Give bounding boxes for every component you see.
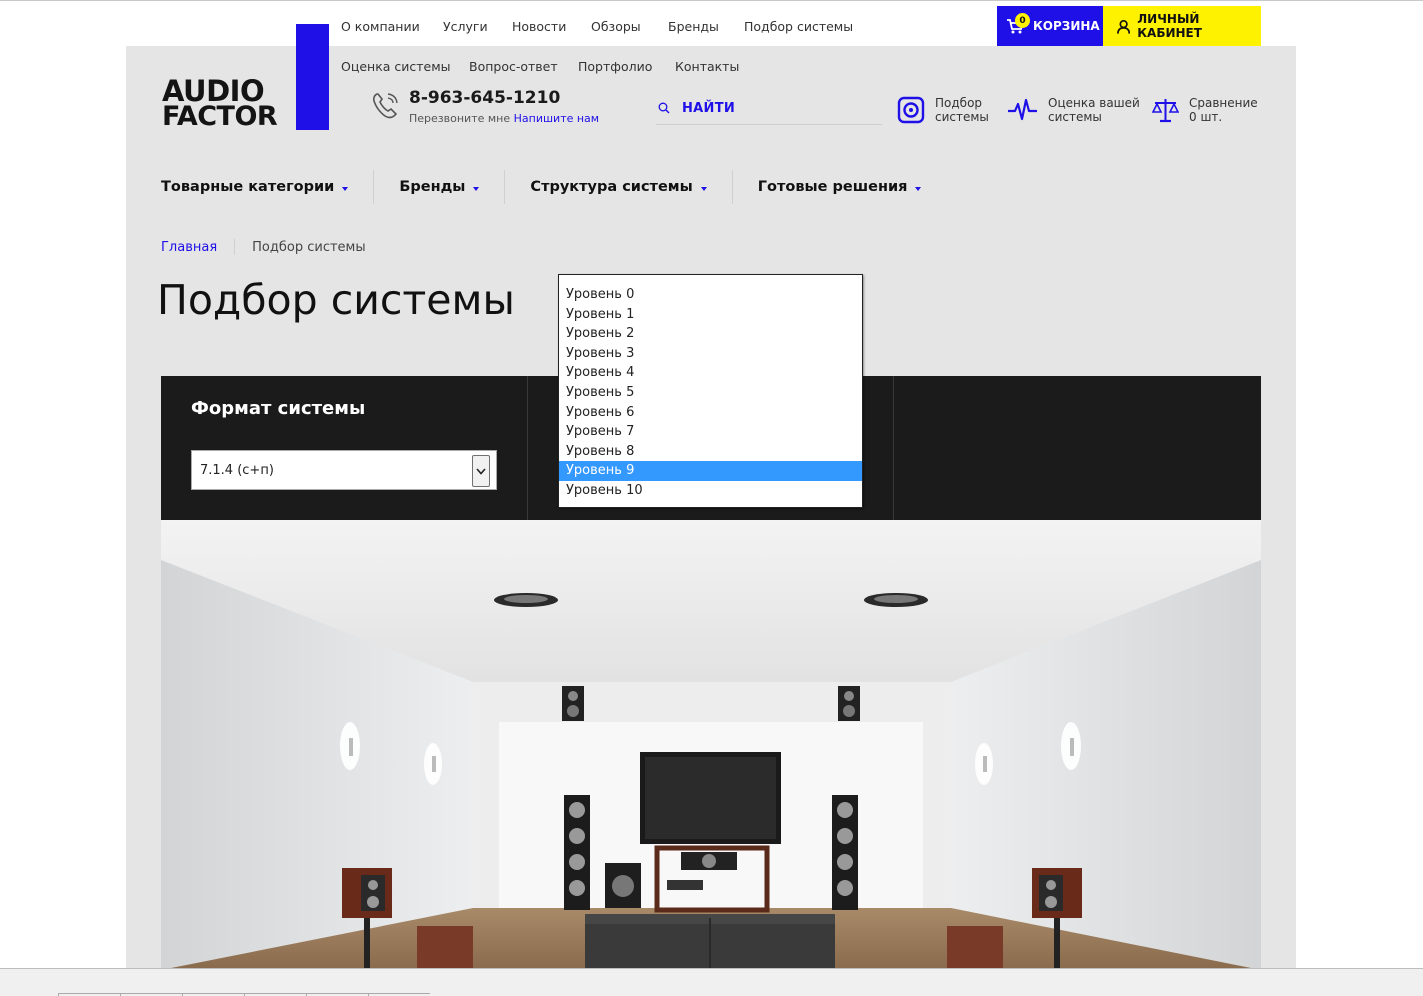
quick-link-comparison[interactable]: Сравнение 0 шт.: [1152, 96, 1258, 124]
account-button[interactable]: ЛИЧНЫЙ КАБИНЕТ: [1103, 6, 1261, 46]
catnav-divider: [504, 170, 506, 204]
catnav-label: Готовые решения: [757, 179, 908, 195]
chevron-down-icon: [700, 186, 707, 191]
catnav-label: Товарные категории: [161, 179, 335, 195]
phone-icon: [373, 93, 398, 119]
chevron-down-icon: [342, 186, 349, 191]
topnav-link-system-selection[interactable]: Подбор системы: [744, 19, 853, 34]
level-option[interactable]: Уровень 4: [559, 363, 862, 383]
catnav-brands[interactable]: Бренды: [399, 170, 480, 204]
quick-link-system-selection[interactable]: Подбор системы: [897, 96, 989, 124]
window-bottom-bar: [0, 968, 1423, 996]
topnav-link-faq[interactable]: Вопрос-ответ: [469, 59, 558, 74]
scales-icon: [1152, 99, 1179, 123]
level-option[interactable]: Уровень 10: [559, 481, 862, 501]
catnav-divider: [373, 170, 375, 204]
logo-line-2: FACTOR: [162, 101, 278, 132]
chevron-down-icon: [473, 186, 480, 191]
search-bar[interactable]: НАЙТИ: [656, 92, 882, 125]
catnav-ready-solutions[interactable]: Готовые решения: [758, 170, 922, 204]
user-icon: [1117, 19, 1131, 34]
level-option[interactable]: Уровень 3: [559, 344, 862, 364]
category-nav: Товарные категории Бренды Структура сист…: [161, 170, 922, 204]
quick-link-line-2: системы: [935, 110, 989, 124]
level-option[interactable]: Уровень 0: [559, 285, 862, 305]
quick-link-line-1: Сравнение: [1189, 96, 1258, 110]
topnav-link-about[interactable]: О компании: [341, 19, 420, 34]
breadcrumb-divider: [234, 239, 236, 255]
catnav-product-categories[interactable]: Товарные категории: [161, 170, 349, 204]
quick-link-line-1: Подбор: [935, 96, 983, 110]
catnav-system-structure[interactable]: Структура системы: [530, 170, 707, 204]
topnav-link-system-rating[interactable]: Оценка системы: [341, 59, 451, 74]
chevron-down-icon[interactable]: [472, 455, 490, 487]
topnav-link-services[interactable]: Услуги: [443, 19, 488, 34]
panel-column-divider: [893, 376, 894, 520]
panel-column-divider: [527, 376, 528, 520]
callback-line: Перезвоните мне Напишите нам: [409, 112, 599, 125]
topnav-link-portfolio[interactable]: Портфолио: [578, 59, 652, 74]
pulse-icon: [1008, 98, 1037, 121]
quick-link-line-2: 0 шт.: [1189, 110, 1223, 124]
cart-count-badge: 0: [1015, 13, 1030, 28]
format-title: Формат системы: [191, 398, 366, 419]
breadcrumb: Главная Подбор системы: [161, 239, 366, 255]
level-option[interactable]: Уровень 6: [559, 403, 862, 423]
topnav-link-news[interactable]: Новости: [512, 19, 566, 34]
account-label: ЛИЧНЫЙ КАБИНЕТ: [1137, 12, 1202, 40]
catnav-label: Бренды: [399, 179, 466, 195]
catnav-divider: [731, 170, 733, 204]
level-option[interactable]: Уровень 8: [559, 442, 862, 462]
format-select-value: 7.1.4 (с+п): [200, 462, 274, 478]
window-top-border: [0, 0, 1423, 4]
breadcrumb-home[interactable]: Главная: [161, 240, 217, 255]
search-label: НАЙТИ: [682, 100, 736, 116]
cart-button[interactable]: 0 КОРЗИНА: [997, 6, 1103, 46]
level-option[interactable]: Уровень 1: [559, 305, 862, 325]
breadcrumb-current: Подбор системы: [252, 239, 366, 255]
quick-link-line-2: системы: [1048, 110, 1102, 124]
catnav-label: Структура системы: [530, 179, 693, 195]
topnav-link-brands[interactable]: Бренды: [668, 19, 719, 34]
level-dropdown-list[interactable]: Уровень 0 Уровень 1 Уровень 2 Уровень 3 Уров…: [558, 274, 863, 508]
format-select[interactable]: 7.1.4 (с+п): [191, 450, 497, 490]
topnav-link-contacts[interactable]: Контакты: [675, 59, 739, 74]
brand-accent-bar: [296, 24, 329, 130]
level-option[interactable]: Уровень 2: [559, 324, 862, 344]
chevron-down-icon: [915, 186, 922, 191]
search-icon: [658, 102, 670, 114]
speaker-icon: [897, 96, 925, 124]
phone-number[interactable]: 8-963-645-1210: [409, 88, 560, 108]
cart-label: КОРЗИНА: [1033, 19, 1100, 33]
quick-link-system-rating[interactable]: Оценка вашей системы: [1007, 96, 1140, 124]
room-visualization: [161, 520, 1261, 970]
quick-link-line-1: Оценка вашей: [1048, 96, 1140, 110]
topnav-link-reviews[interactable]: Обзоры: [591, 19, 641, 34]
level-option[interactable]: Уровень 5: [559, 383, 862, 403]
page-title: Подбор системы: [157, 276, 515, 324]
callback-link[interactable]: Напишите нам: [514, 112, 599, 125]
callback-text: Перезвоните мне: [409, 112, 511, 125]
level-option[interactable]: Уровень 9: [559, 461, 862, 481]
audio-factor-logo[interactable]: AUDIO FACTOR: [162, 77, 278, 133]
level-option[interactable]: Уровень 7: [559, 422, 862, 442]
